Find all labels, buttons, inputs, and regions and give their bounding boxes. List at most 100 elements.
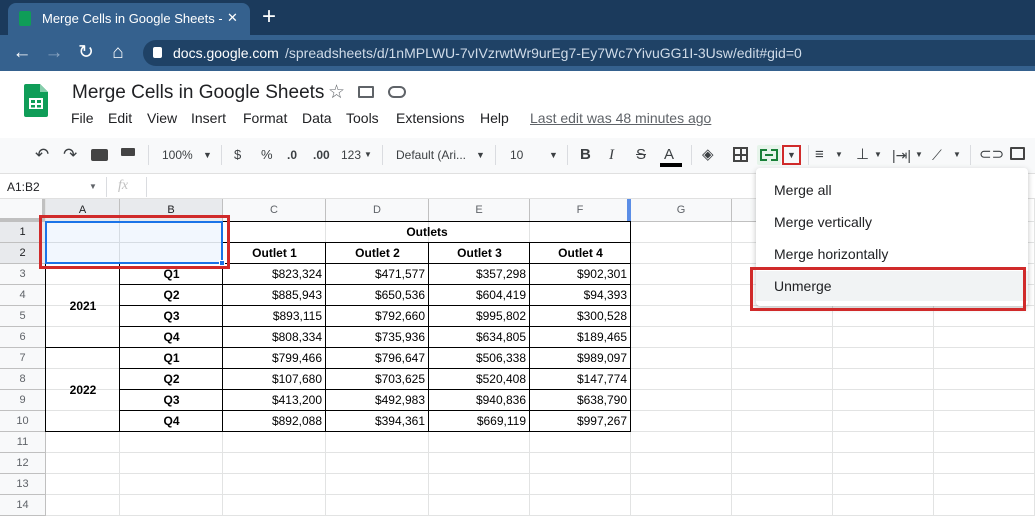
value-cell[interactable]: $940,836: [429, 390, 530, 411]
value-cell[interactable]: $703,625: [326, 369, 429, 390]
chevron-down-icon[interactable]: ▼: [89, 182, 97, 191]
merge-vertically-option[interactable]: Merge vertically: [774, 214, 872, 230]
chevron-down-icon[interactable]: ▼: [915, 144, 923, 166]
chevron-down-icon[interactable]: ▼: [364, 144, 372, 166]
last-edit-link[interactable]: Last edit was 48 minutes ago: [530, 110, 711, 126]
menu-tools[interactable]: Tools: [346, 110, 379, 126]
paint-format-icon[interactable]: [121, 148, 135, 156]
quarter-cell[interactable]: Q1: [120, 348, 223, 369]
chevron-down-icon[interactable]: ▼: [874, 144, 882, 166]
row-header-5[interactable]: 5: [0, 306, 46, 327]
redo-icon[interactable]: ↷: [63, 144, 77, 166]
quarter-cell[interactable]: Q2: [120, 369, 223, 390]
row-header-12[interactable]: 12: [0, 453, 46, 474]
insert-comment-icon[interactable]: [1010, 147, 1025, 160]
row-header-8[interactable]: 8: [0, 369, 46, 390]
value-cell[interactable]: $94,393: [530, 285, 631, 306]
borders-icon[interactable]: [733, 147, 748, 162]
value-cell[interactable]: $792,660: [326, 306, 429, 327]
outlet-header-cell[interactable]: Outlet 3: [429, 243, 530, 264]
menu-edit[interactable]: Edit: [108, 110, 132, 126]
value-cell[interactable]: $492,983: [326, 390, 429, 411]
value-cell[interactable]: $604,419: [429, 285, 530, 306]
strikethrough-button[interactable]: S: [636, 144, 646, 166]
menu-view[interactable]: View: [147, 110, 177, 126]
year-cell[interactable]: 2021: [46, 264, 120, 348]
menu-help[interactable]: Help: [480, 110, 509, 126]
value-cell[interactable]: $650,536: [326, 285, 429, 306]
value-cell[interactable]: $638,790: [530, 390, 631, 411]
quarter-cell[interactable]: Q4: [120, 327, 223, 348]
chevron-down-icon[interactable]: ▼: [835, 144, 843, 166]
outlet-header-cell[interactable]: Outlet 1: [223, 243, 326, 264]
value-cell[interactable]: $634,805: [429, 327, 530, 348]
star-icon[interactable]: ☆: [328, 81, 345, 104]
row-header-11[interactable]: 11: [0, 432, 46, 453]
menu-extensions[interactable]: Extensions: [396, 110, 464, 126]
vertical-align-icon[interactable]: ⊥: [856, 144, 869, 166]
bold-button[interactable]: B: [580, 144, 591, 166]
merge-cells-icon[interactable]: [757, 145, 781, 165]
home-icon[interactable]: ⌂: [105, 40, 131, 66]
italic-button[interactable]: I: [609, 144, 614, 166]
forward-icon[interactable]: →: [41, 40, 67, 66]
new-tab-icon[interactable]: +: [262, 3, 276, 31]
value-cell[interactable]: $300,528: [530, 306, 631, 327]
quarter-cell[interactable]: Q2: [120, 285, 223, 306]
zoom-select[interactable]: 100%: [162, 144, 193, 166]
chevron-down-icon[interactable]: ▼: [476, 144, 485, 166]
back-icon[interactable]: ←: [9, 40, 35, 66]
value-cell[interactable]: $808,334: [223, 327, 326, 348]
chevron-down-icon[interactable]: ▼: [549, 144, 558, 166]
text-rotation-icon[interactable]: ⟋: [932, 144, 942, 166]
font-family-select[interactable]: Default (Ari...: [396, 144, 466, 166]
menu-insert[interactable]: Insert: [191, 110, 226, 126]
year-cell[interactable]: 2022: [46, 348, 120, 432]
value-cell[interactable]: $394,361: [326, 411, 429, 432]
value-cell[interactable]: $189,465: [530, 327, 631, 348]
more-formats-button[interactable]: 123: [341, 144, 361, 166]
text-wrap-icon[interactable]: |⇥|: [892, 144, 911, 166]
quarter-cell[interactable]: Q3: [120, 306, 223, 327]
outlets-header-cell[interactable]: Outlets: [223, 222, 631, 243]
quarter-cell[interactable]: Q3: [120, 390, 223, 411]
row-header-9[interactable]: 9: [0, 390, 46, 411]
row-header-14[interactable]: 14: [0, 495, 46, 516]
cloud-status-icon[interactable]: [388, 86, 406, 98]
value-cell[interactable]: $989,097: [530, 348, 631, 369]
value-cell[interactable]: $506,338: [429, 348, 530, 369]
value-cell[interactable]: $997,267: [530, 411, 631, 432]
column-header-c[interactable]: C: [223, 199, 326, 222]
column-header-d[interactable]: D: [326, 199, 429, 222]
address-bar[interactable]: docs.google.com /spreadsheets/d/1nMPLWU-…: [143, 40, 1035, 66]
sheets-logo-icon[interactable]: [24, 84, 48, 117]
undo-icon[interactable]: ↶: [35, 144, 49, 166]
chevron-down-icon[interactable]: ▼: [203, 144, 212, 166]
value-cell[interactable]: $669,119: [429, 411, 530, 432]
document-title[interactable]: Merge Cells in Google Sheets: [72, 82, 324, 104]
value-cell[interactable]: $471,577: [326, 264, 429, 285]
close-tab-icon[interactable]: ✕: [227, 10, 238, 26]
value-cell[interactable]: $893,115: [223, 306, 326, 327]
row-header-6[interactable]: 6: [0, 327, 46, 348]
merge-all-option[interactable]: Merge all: [774, 182, 832, 198]
value-cell[interactable]: $885,943: [223, 285, 326, 306]
value-cell[interactable]: $357,298: [429, 264, 530, 285]
outlet-header-cell[interactable]: Outlet 2: [326, 243, 429, 264]
value-cell[interactable]: $823,324: [223, 264, 326, 285]
row-header-13[interactable]: 13: [0, 474, 46, 495]
menu-file[interactable]: File: [71, 110, 94, 126]
quarter-cell[interactable]: Q4: [120, 411, 223, 432]
insert-link-icon[interactable]: ⊂⊃: [979, 144, 1004, 166]
currency-format-button[interactable]: $: [234, 144, 241, 166]
value-cell[interactable]: $735,936: [326, 327, 429, 348]
value-cell[interactable]: $147,774: [530, 369, 631, 390]
reload-icon[interactable]: ↻: [73, 40, 99, 66]
print-icon[interactable]: [91, 149, 108, 161]
move-folder-icon[interactable]: [358, 86, 374, 98]
row-header-7[interactable]: 7: [0, 348, 46, 369]
column-header-e[interactable]: E: [429, 199, 530, 222]
merge-horizontally-option[interactable]: Merge horizontally: [774, 246, 888, 262]
browser-tab[interactable]: Merge Cells in Google Sheets - G ✕: [8, 3, 250, 35]
percent-format-button[interactable]: %: [261, 144, 273, 166]
